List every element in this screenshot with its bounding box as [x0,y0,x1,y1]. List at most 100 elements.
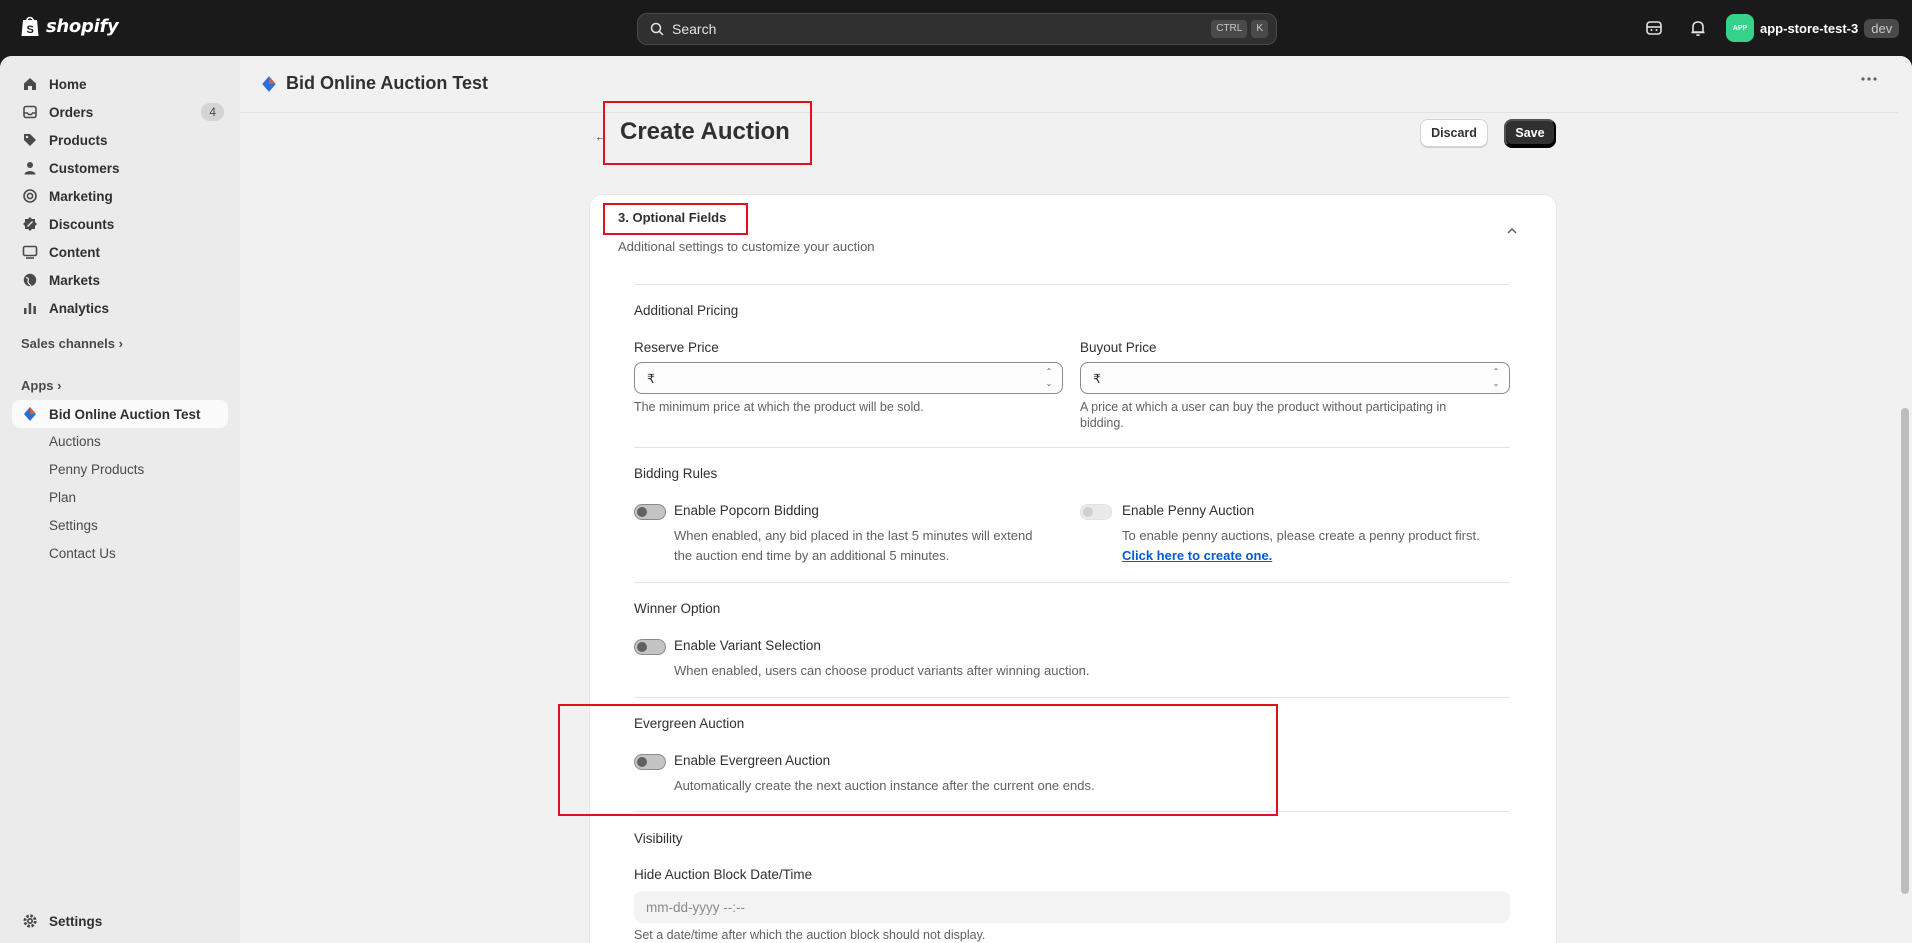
variant-selection-toggle[interactable] [634,639,666,655]
shortcut-key-k: K [1251,20,1268,38]
reserve-price-input[interactable]: ₹ ⌃ ⌄ [634,362,1063,394]
auction-app-icon [262,75,276,92]
back-arrow-icon[interactable]: ← [594,128,608,144]
variant-selection-label: Enable Variant Selection [674,638,821,653]
popcorn-bidding-help: When enabled, any bid placed in the last… [674,526,1032,566]
hide-auction-block-label: Hide Auction Block Date/Time [634,867,813,882]
divider [634,811,1510,812]
sidebar-item-label: Discounts [49,216,115,232]
popcorn-bidding-label: Enable Popcorn Bidding [674,503,819,518]
number-stepper-icon[interactable]: ⌃ ⌄ [1491,366,1501,390]
penny-auction-label: Enable Penny Auction [1122,503,1255,518]
sidebar-item-label: Marketing [49,188,113,204]
sidebar-item-analytics[interactable]: Analytics [12,294,228,322]
variant-selection-help: When enabled, users can choose product v… [674,663,1090,678]
sidebar-item-marketing[interactable]: Marketing [12,182,228,210]
sidebar-item-discounts[interactable]: Discounts [12,210,228,238]
auction-app-icon [24,407,36,421]
scrollbar-thumb[interactable] [1901,408,1909,894]
bidding-rules-heading: Bidding Rules [634,466,718,481]
help-line: the auction end time by an additional 5 … [674,548,950,563]
sidebar-subitem-auctions[interactable]: Auctions [49,434,101,449]
sidekick-icon[interactable] [1642,16,1666,40]
sidebar-subitem-contact-us[interactable]: Contact Us [49,546,116,561]
discount-icon [23,217,37,231]
sidebar-subitem-settings[interactable]: Settings [49,518,98,533]
hide-auction-block-help: Set a date/time after which the auction … [634,928,986,942]
sidebar-subitem-plan[interactable]: Plan [49,490,76,505]
buyout-price-input[interactable]: ₹ ⌃ ⌄ [1080,362,1510,394]
gear-icon [23,914,37,928]
evergreen-auction-label: Enable Evergreen Auction [674,753,831,768]
apps-section[interactable]: Apps › [21,378,61,393]
app-title-bar: Bid Online Auction Test [260,73,488,94]
create-penny-product-link[interactable]: Click here to create one. [1122,548,1272,563]
sidebar-item-label: Home [49,76,87,92]
reserve-price-help: The minimum price at which the product w… [634,400,924,414]
more-actions-icon[interactable] [1860,76,1878,82]
sidebar-item-label: Settings [49,913,103,929]
home-icon [24,78,36,90]
save-button[interactable]: Save [1504,119,1556,147]
datetime-placeholder: mm-dd-yyyy --:-- [646,899,745,915]
penny-auction-help: To enable penny auctions, please create … [1122,526,1480,566]
search-icon [650,22,664,36]
chevron-up-icon[interactable] [1505,224,1519,238]
store-menu[interactable]: APP app-store-test-3 dev [1726,14,1900,42]
card-subtitle: Additional settings to customize your au… [618,239,875,254]
chart-icon [24,303,36,314]
sidebar-item-home[interactable]: Home [12,70,228,98]
section-label: Sales channels [21,336,115,351]
shopify-wordmark: shopify [46,15,119,37]
dev-badge: dev [1864,18,1900,38]
divider [634,582,1510,583]
penny-auction-toggle[interactable] [1080,504,1112,520]
help-line: bidding. [1080,416,1124,430]
currency-prefix: ₹ [647,371,655,386]
sidebar-item-label: Bid Online Auction Test [49,406,201,422]
help-line: To enable penny auctions, please create … [1122,528,1480,543]
sidebar-item-label: Products [49,132,108,148]
section-label: Apps [21,378,54,393]
sidebar-item-bid-online-auction[interactable]: Bid Online Auction Test [12,400,228,428]
header-divider [240,112,1912,113]
tag-icon [24,134,36,146]
evergreen-auction-toggle[interactable] [634,754,666,770]
top-bar: S shopify Search CTRL K APP app-store-te… [0,0,1912,56]
discard-button[interactable]: Discard [1420,119,1488,147]
sidebar-item-label: Content [49,244,100,260]
sidebar-item-products[interactable]: Products [12,126,228,154]
number-stepper-icon[interactable]: ⌃ ⌄ [1044,366,1054,390]
sidebar-subitem-penny-products[interactable]: Penny Products [49,462,144,477]
shopify-logo[interactable]: S shopify [20,14,119,38]
page-title: Create Auction [620,118,790,145]
sidebar: Home Orders 4 Products Customers Marketi… [0,56,240,943]
search-input[interactable]: Search CTRL K [637,13,1277,45]
sidebar-item-settings[interactable]: Settings [12,907,228,935]
search-placeholder: Search [672,21,717,37]
target-icon [23,189,37,203]
chevron-right-icon: › [57,378,62,393]
winner-option-heading: Winner Option [634,601,721,616]
sidebar-item-label: Customers [49,160,120,176]
app-title: Bid Online Auction Test [286,73,488,93]
sidebar-item-label: Orders [49,104,94,120]
sidebar-item-customers[interactable]: Customers [12,154,228,182]
currency-prefix: ₹ [1093,371,1101,386]
sales-channels-section[interactable]: Sales channels › [21,336,123,351]
bell-icon[interactable] [1686,16,1710,40]
store-name: app-store-test-3 [1760,20,1859,36]
sidebar-item-content[interactable]: Content [12,238,228,266]
sidebar-item-orders[interactable]: Orders 4 [12,98,228,126]
divider [634,697,1510,698]
popcorn-bidding-toggle[interactable] [634,504,666,520]
hide-auction-datetime-input[interactable]: mm-dd-yyyy --:-- [634,891,1510,923]
content-icon [22,245,38,259]
page-scrollbar[interactable] [1898,56,1912,943]
person-icon [24,162,36,175]
help-line: When enabled, any bid placed in the last… [674,528,1033,543]
shortcut-key-ctrl: CTRL [1211,20,1248,38]
sidebar-item-markets[interactable]: Markets [12,266,228,294]
globe-icon [23,273,37,287]
card-title[interactable]: 3. Optional Fields [618,210,726,225]
